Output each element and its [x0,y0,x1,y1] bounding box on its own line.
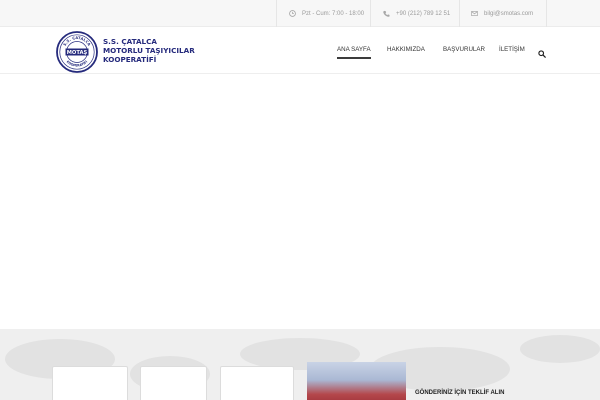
phone-info[interactable]: +90 (212) 789 12 51 [383,0,450,27]
service-card[interactable] [140,366,207,400]
brand-name: S.S. ÇATALCA MOTORLU TAŞIYICILAR KOOPERA… [103,37,195,64]
nav-item-about[interactable]: HAKKIMIZDA [387,46,425,53]
services-band: GÖNDERİNİZ İÇİN TEKLİF ALIN [0,329,600,400]
brand-line: MOTORLU TAŞIYICILAR [103,46,195,55]
service-card[interactable] [52,366,128,400]
seal-center-text: MOTAŞ [67,50,88,56]
site-header: S.S. ÇATALCA KOOPERATİFİ MOTAŞ S.S. ÇATA… [0,27,600,74]
brand-line: S.S. ÇATALCA [103,37,157,46]
nav-item-contact[interactable]: İLETİŞİM [499,46,525,53]
working-hours: Pzt - Cum: 7:00 - 18:00 [289,0,364,27]
divider [276,0,277,27]
top-info-bar: Pzt - Cum: 7:00 - 18:00 +90 (212) 789 12… [0,0,600,27]
divider [459,0,460,27]
quote-title: GÖNDERİNİZ İÇİN TEKLİF ALIN [415,390,505,396]
site-logo[interactable]: S.S. ÇATALCA KOOPERATİFİ MOTAŞ S.S. ÇATA… [56,31,195,73]
brand-line: KOOPERATİFİ [103,55,157,64]
divider [546,0,547,27]
phone-text: +90 (212) 789 12 51 [396,10,451,17]
search-button[interactable] [538,45,546,58]
truck-photo [307,362,406,400]
envelope-icon [471,10,478,17]
clock-icon [289,10,296,17]
nav-item-home[interactable]: ANA SAYFA [337,46,371,59]
email-info[interactable]: bilgi@smotas.com [471,0,533,27]
service-card[interactable] [220,366,294,400]
search-icon [538,50,546,58]
nav-item-applications[interactable]: BAŞVURULAR [443,46,485,53]
cooperative-seal-logo: S.S. ÇATALCA KOOPERATİFİ MOTAŞ [56,31,98,73]
divider [370,0,371,27]
hero-slider [0,75,600,329]
hours-text: Pzt - Cum: 7:00 - 18:00 [302,10,365,17]
phone-icon [383,10,390,17]
email-text: bilgi@smotas.com [484,10,534,17]
